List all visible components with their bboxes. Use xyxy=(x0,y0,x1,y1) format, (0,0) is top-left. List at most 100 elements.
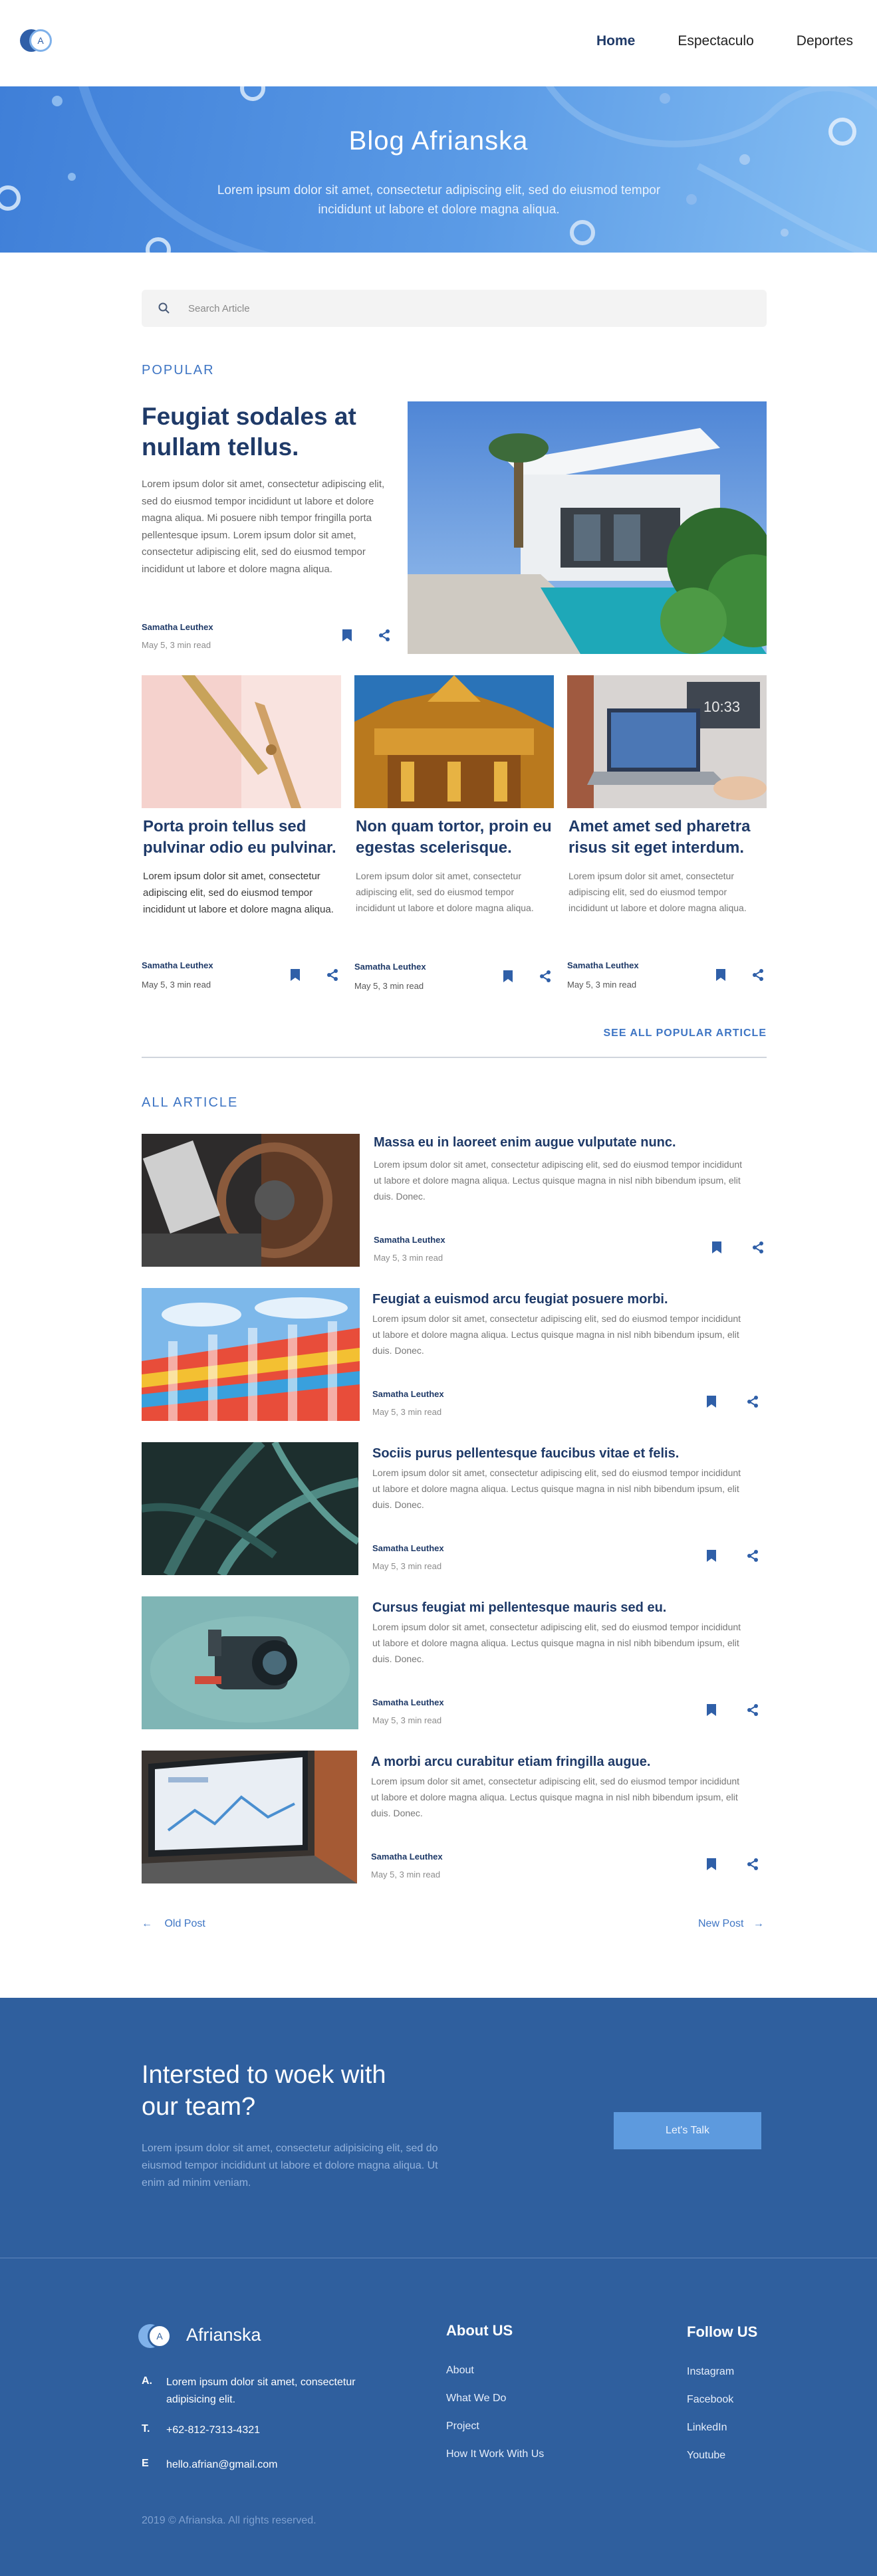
hero-banner: Blog Afrianska Lorem ipsum dolor sit ame… xyxy=(0,86,877,253)
article-author-1[interactable]: Samatha Leuthex xyxy=(374,1235,445,1245)
logo-circle-white: A xyxy=(148,2324,172,2348)
article-title-3[interactable]: Sociis purus pellentesque faucibus vitae… xyxy=(372,1446,679,1461)
article-title-4[interactable]: Cursus feugiat mi pellentesque mauris se… xyxy=(372,1600,666,1616)
article-image-4[interactable] xyxy=(142,1596,358,1729)
cta-title: Intersted to woek with our team? xyxy=(142,2061,386,2121)
share-icon[interactable] xyxy=(378,629,391,642)
article-author-2[interactable]: Samatha Leuthex xyxy=(372,1389,444,1399)
bookmark-icon[interactable] xyxy=(706,1549,717,1562)
footer-brand: Afrianska xyxy=(186,2325,261,2345)
bookmark-icon[interactable] xyxy=(706,1395,717,1408)
article-image-3[interactable] xyxy=(142,1442,358,1575)
email-value[interactable]: hello.afrian@gmail.com xyxy=(166,2456,366,2474)
share-icon[interactable] xyxy=(746,1858,759,1871)
address-value: Lorem ipsum dolor sit amet, consectetur … xyxy=(166,2377,356,2405)
card-author-2[interactable]: Samatha Leuthex xyxy=(354,962,426,972)
about-us-heading: About US xyxy=(446,2322,513,2339)
search-input[interactable] xyxy=(188,290,747,327)
card-meta-3: May 5, 3 min read xyxy=(567,980,637,990)
card-title-3[interactable]: Amet amet sed pharetra risus sit eget in… xyxy=(568,816,768,859)
share-icon[interactable] xyxy=(326,968,339,982)
footer-logo[interactable]: A xyxy=(138,2324,172,2349)
article-meta-3: May 5, 3 min read xyxy=(372,1561,442,1571)
address-key: A. xyxy=(142,2375,152,2387)
new-post-label: New Post xyxy=(698,1918,744,1929)
footer-link-instagram[interactable]: Instagram xyxy=(687,2366,734,2378)
footer-link-facebook[interactable]: Facebook xyxy=(687,2394,733,2406)
footer: A Afrianska A. Lorem ipsum dolor sit ame… xyxy=(0,2258,877,2576)
share-icon[interactable] xyxy=(751,1241,765,1254)
featured-author[interactable]: Samatha Leuthex xyxy=(142,622,213,632)
copyright: 2019 © Afrianska. All rights reserved. xyxy=(142,2515,316,2526)
card-meta-1: May 5, 3 min read xyxy=(142,980,211,990)
article-body-4: Lorem ipsum dolor sit amet, consectetur … xyxy=(372,1622,741,1664)
featured-title[interactable]: Feugiat sodales at nullam tellus. xyxy=(142,401,394,463)
article-author-4[interactable]: Samatha Leuthex xyxy=(372,1697,444,1707)
logo[interactable]: A xyxy=(20,29,52,53)
svg-text:10:33: 10:33 xyxy=(703,698,740,715)
bookmark-icon[interactable] xyxy=(715,968,726,982)
card-image-1[interactable] xyxy=(142,675,341,808)
footer-link-about[interactable]: About xyxy=(446,2365,474,2377)
nav-deportes[interactable]: Deportes xyxy=(797,33,853,49)
card-title-1[interactable]: Porta proin tellus sed pulvinar odio eu … xyxy=(143,816,342,859)
popular-label: POPULAR xyxy=(142,363,215,377)
old-post-link[interactable]: ← Old Post xyxy=(142,1918,205,1930)
bookmark-icon[interactable] xyxy=(711,1241,722,1254)
article-image-1[interactable] xyxy=(142,1134,360,1267)
follow-us-heading: Follow US xyxy=(687,2323,758,2340)
card-body-3: Lorem ipsum dolor sit amet, consectetur … xyxy=(568,871,747,913)
article-image-5[interactable] xyxy=(142,1751,357,1883)
share-icon[interactable] xyxy=(746,1395,759,1408)
email-key: E xyxy=(142,2458,149,2469)
nav-espectaculo[interactable]: Espectaculo xyxy=(678,33,753,49)
article-body-5: Lorem ipsum dolor sit amet, consectetur … xyxy=(371,1776,740,1818)
share-icon[interactable] xyxy=(539,970,552,983)
article-meta-5: May 5, 3 min read xyxy=(371,1870,441,1879)
card-author-1[interactable]: Samatha Leuthex xyxy=(142,960,213,970)
featured-image[interactable] xyxy=(408,401,767,654)
new-post-link[interactable]: New Post → xyxy=(698,1918,764,1930)
article-title-1[interactable]: Massa eu in laoreet enim augue vulputate… xyxy=(374,1135,676,1150)
bookmark-icon[interactable] xyxy=(706,1703,717,1717)
card-title-2[interactable]: Non quam tortor, proin eu egestas sceler… xyxy=(356,816,555,859)
lets-talk-button[interactable]: Let's Talk xyxy=(614,2112,761,2149)
footer-link-youtube[interactable]: Youtube xyxy=(687,2450,725,2462)
card-author-3[interactable]: Samatha Leuthex xyxy=(567,960,639,970)
bookmark-icon[interactable] xyxy=(503,970,513,983)
article-author-5[interactable]: Samatha Leuthex xyxy=(371,1852,443,1862)
article-image-2[interactable] xyxy=(142,1288,360,1421)
nav-links: Home Espectaculo Deportes xyxy=(596,33,853,49)
bookmark-icon[interactable] xyxy=(706,1858,717,1871)
article-title-2[interactable]: Feugiat a euismod arcu feugiat posuere m… xyxy=(372,1292,668,1307)
logo-circle-light: A xyxy=(29,29,52,52)
card-meta-2: May 5, 3 min read xyxy=(354,981,424,991)
share-icon[interactable] xyxy=(746,1703,759,1717)
all-article-label: ALL ARTICLE xyxy=(142,1095,239,1110)
article-title-5[interactable]: A morbi arcu curabitur etiam fringilla a… xyxy=(371,1755,650,1770)
article-author-3[interactable]: Samatha Leuthex xyxy=(372,1543,444,1553)
share-icon[interactable] xyxy=(751,968,765,982)
footer-link-what-we-do[interactable]: What We Do xyxy=(446,2393,506,2405)
footer-link-how-it-works[interactable]: How It Work With Us xyxy=(446,2448,544,2460)
old-post-label: Old Post xyxy=(164,1918,205,1929)
article-body-1: Lorem ipsum dolor sit amet, consectetur … xyxy=(374,1159,743,1202)
footer-link-linkedin[interactable]: LinkedIn xyxy=(687,2422,727,2434)
search-bar xyxy=(142,290,767,327)
phone-value[interactable]: +62-812-7313-4321 xyxy=(166,2422,366,2439)
article-body-3: Lorem ipsum dolor sit amet, consectetur … xyxy=(372,1467,741,1510)
card-image-3[interactable]: 10:33 xyxy=(567,675,767,808)
card-body-1: Lorem ipsum dolor sit amet, consectetur … xyxy=(143,871,334,915)
article-meta-4: May 5, 3 min read xyxy=(372,1715,442,1725)
cta-body: Lorem ipsum dolor sit amet, consectetur … xyxy=(142,2143,438,2189)
hero-decoration xyxy=(0,86,877,253)
bookmark-icon[interactable] xyxy=(342,629,352,642)
share-icon[interactable] xyxy=(746,1549,759,1562)
card-image-2[interactable] xyxy=(354,675,554,808)
nav-home[interactable]: Home xyxy=(596,33,635,49)
article-meta-1: May 5, 3 min read xyxy=(374,1253,443,1263)
footer-link-project[interactable]: Project xyxy=(446,2420,479,2432)
arrow-left-icon: ← xyxy=(142,1918,152,1929)
see-all-popular-link[interactable]: SEE ALL POPULAR ARTICLE xyxy=(603,1027,767,1039)
bookmark-icon[interactable] xyxy=(290,968,301,982)
